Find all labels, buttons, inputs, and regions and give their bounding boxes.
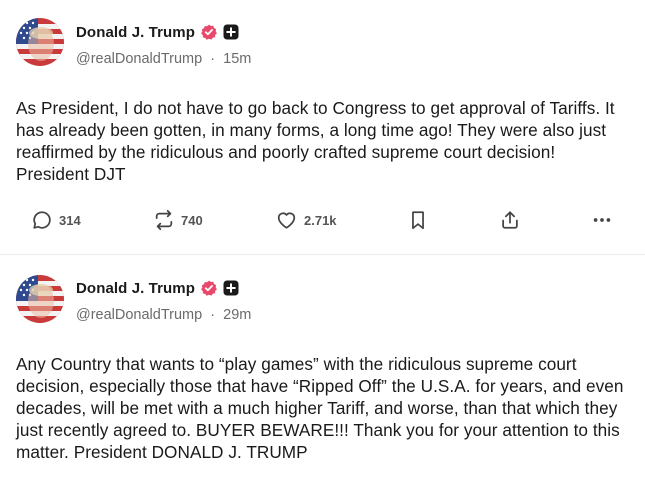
post-header: Donald J. Trump @realDonaldTrump · 15m [76, 22, 251, 68]
flag-face-avatar-icon [16, 275, 64, 323]
flag-face-avatar-icon [16, 18, 64, 66]
plus-badge-icon [223, 280, 239, 296]
author-handle[interactable]: @realDonaldTrump [76, 307, 202, 323]
avatar[interactable] [16, 275, 64, 323]
post-text: As President, I do not have to go back t… [16, 98, 615, 184]
post-card[interactable]: Donald J. Trump @realDonaldTrump · 29m A… [0, 255, 645, 477]
separator-dot: · [206, 51, 220, 67]
post-timestamp[interactable]: 29m [223, 307, 251, 323]
heart-icon [277, 212, 296, 229]
post-actions: 314 740 2.71k [0, 205, 645, 235]
reply-button[interactable]: 314 [31, 205, 81, 235]
post-header: Donald J. Trump @realDonaldTrump · 29m [76, 278, 251, 324]
more-dots-icon [593, 218, 611, 222]
reply-icon [33, 211, 51, 229]
bookmark-button[interactable] [407, 205, 429, 235]
share-button[interactable] [499, 205, 521, 235]
separator-dot: · [206, 307, 220, 323]
author-name[interactable]: Donald J. Trump [76, 24, 195, 41]
verified-badge-icon [201, 280, 217, 296]
repost-count: 740 [181, 212, 203, 228]
post-text: Any Country that wants to “play games” w… [16, 354, 624, 462]
post-card[interactable]: Donald J. Trump @realDonaldTrump · 15m A… [0, 0, 645, 255]
like-button[interactable]: 2.71k [275, 205, 337, 235]
bookmark-icon [412, 211, 424, 230]
author-name[interactable]: Donald J. Trump [76, 280, 195, 297]
post-timestamp[interactable]: 15m [223, 51, 251, 67]
repost-button[interactable]: 740 [153, 205, 203, 235]
reply-count: 314 [59, 212, 81, 228]
like-count: 2.71k [304, 212, 337, 228]
repost-icon [155, 209, 173, 231]
plus-badge-icon [223, 24, 239, 40]
author-handle[interactable]: @realDonaldTrump [76, 51, 202, 67]
share-icon [502, 211, 518, 229]
verified-badge-icon [201, 24, 217, 40]
avatar[interactable] [16, 18, 64, 66]
more-options-button[interactable] [591, 205, 613, 235]
